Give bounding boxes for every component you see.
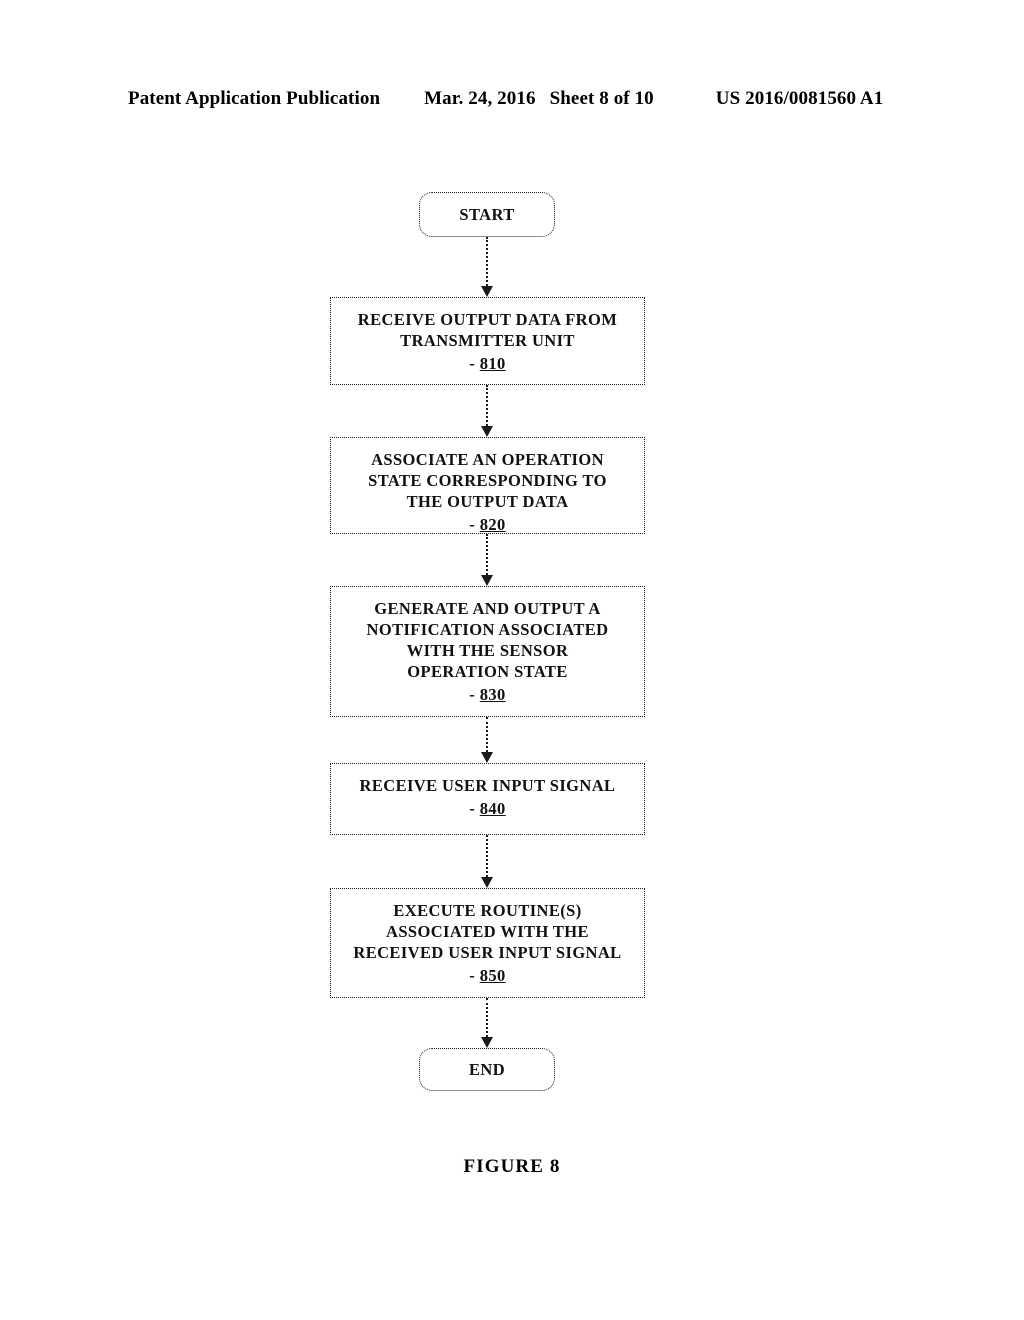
flow-node-step-820: ASSOCIATE AN OPERATION STATE CORRESPONDI… (330, 437, 645, 534)
edge-stem (486, 534, 488, 575)
flow-node-810-reference: - 810 (331, 353, 644, 374)
flow-node-end: END (419, 1048, 555, 1091)
arrowhead-icon (481, 752, 493, 763)
flow-node-830-line2: NOTIFICATION ASSOCIATED (366, 620, 609, 639)
flow-node-820-reference: - 820 (331, 514, 644, 535)
flow-node-850-line3: RECEIVED USER INPUT SIGNAL (353, 943, 622, 962)
flow-node-start: START (419, 192, 555, 237)
flow-node-end-label: END (468, 1060, 506, 1079)
flow-node-820-ref-number: 820 (479, 515, 506, 534)
arrowhead-icon (481, 286, 493, 297)
flow-node-840-ref-number: 840 (479, 799, 506, 818)
flow-node-830-ref-dash: - (469, 685, 476, 704)
flow-node-820-ref-dash: - (469, 515, 476, 534)
flow-node-810-ref-dash: - (469, 354, 476, 373)
edge-stem (486, 835, 488, 877)
arrowhead-icon (481, 426, 493, 437)
flow-node-850-reference: - 850 (331, 965, 644, 986)
flow-node-810-ref-number: 810 (479, 354, 506, 373)
flow-node-840-reference: - 840 (331, 798, 644, 819)
flow-node-850-line2: ASSOCIATED WITH THE (386, 922, 589, 941)
figure-caption: FIGURE 8 (463, 1156, 561, 1177)
flow-node-830-reference: - 830 (331, 684, 644, 705)
edge-stem (486, 998, 488, 1037)
flow-node-810-line2: TRANSMITTER UNIT (400, 331, 575, 350)
flow-node-830-line1: GENERATE AND OUTPUT A (374, 599, 601, 618)
arrowhead-icon (481, 1037, 493, 1048)
flowchart-diagram: START RECEIVE OUTPUT DATA FROM TRANSMITT… (0, 0, 1024, 1320)
arrowhead-icon (481, 877, 493, 888)
flow-node-step-830: GENERATE AND OUTPUT A NOTIFICATION ASSOC… (330, 586, 645, 717)
edge-stem (486, 385, 488, 426)
flow-node-840-line1: RECEIVE USER INPUT SIGNAL (359, 776, 616, 795)
flow-node-850-ref-number: 850 (479, 966, 506, 985)
flow-node-830-line4: OPERATION STATE (407, 662, 568, 681)
flow-node-step-850: EXECUTE ROUTINE(S) ASSOCIATED WITH THE R… (330, 888, 645, 998)
arrowhead-icon (481, 575, 493, 586)
flow-node-830-line3: WITH THE SENSOR (406, 641, 569, 660)
edge-stem (486, 717, 488, 752)
flow-node-820-line2: STATE CORRESPONDING TO (368, 471, 607, 490)
flow-node-850-line1: EXECUTE ROUTINE(S) (393, 901, 582, 920)
flow-node-820-line1: ASSOCIATE AN OPERATION (371, 450, 604, 469)
flow-node-850-ref-dash: - (469, 966, 476, 985)
flow-node-840-ref-dash: - (469, 799, 476, 818)
edge-stem (486, 237, 488, 286)
flow-node-810-line1: RECEIVE OUTPUT DATA FROM (357, 310, 618, 329)
flow-node-step-840: RECEIVE USER INPUT SIGNAL - 840 (330, 763, 645, 835)
flow-node-820-line3: THE OUTPUT DATA (406, 492, 569, 511)
flow-node-830-ref-number: 830 (479, 685, 506, 704)
flow-node-step-810: RECEIVE OUTPUT DATA FROM TRANSMITTER UNI… (330, 297, 645, 385)
flow-node-start-label: START (459, 205, 515, 224)
